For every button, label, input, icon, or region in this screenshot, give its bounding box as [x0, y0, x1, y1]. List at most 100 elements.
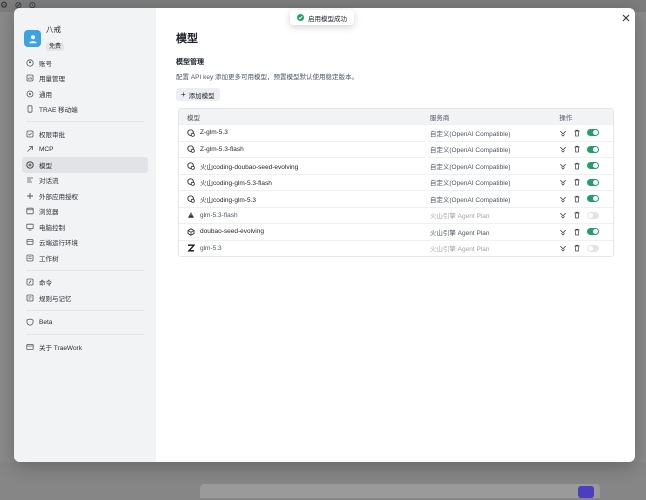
custom-model-icon — [187, 129, 195, 137]
enable-toggle[interactable] — [587, 162, 600, 170]
header-provider: 服务商 — [429, 114, 450, 122]
provider-name: 自定义(OpenAI Compatible) — [429, 147, 511, 155]
cloud-icon — [26, 238, 34, 246]
delete-icon[interactable] — [573, 211, 581, 219]
sidebar-item-label: 外部应用授权 — [39, 193, 78, 201]
rules-icon — [26, 294, 34, 302]
plan-badge: 免费 — [46, 42, 65, 51]
delete-icon[interactable] — [573, 145, 581, 153]
sidebar-item-label: 用量管理 — [39, 76, 65, 84]
volcano-model-icon — [187, 211, 195, 219]
delete-icon[interactable] — [573, 195, 581, 203]
custom-model-icon — [187, 195, 195, 203]
sidebar-item-label: 工作树 — [39, 255, 59, 263]
background-send-button — [578, 486, 594, 498]
sidebar-item-model[interactable]: 模型 — [22, 157, 148, 173]
sidebar-item-command[interactable]: 命令 — [22, 275, 148, 291]
sidebar-item-permission[interactable]: 权限审批 — [22, 126, 148, 142]
background-input-bar — [200, 484, 600, 498]
about-icon — [26, 343, 34, 351]
model-name: doubao-seed-evolving — [200, 228, 264, 236]
edit-icon[interactable] — [559, 211, 567, 219]
sidebar-item-label: 浏览器 — [39, 209, 59, 217]
edit-icon[interactable] — [559, 162, 567, 170]
ops-cell — [559, 129, 613, 137]
nav-divider — [26, 269, 144, 271]
delete-icon[interactable] — [573, 178, 581, 186]
provider-name: 自定义(OpenAI Compatible) — [429, 196, 511, 204]
sidebar-item-computer[interactable]: 电脑控制 — [22, 219, 148, 235]
model-name: glm-5.3-flash — [200, 211, 238, 219]
sidebar-item-cloud[interactable]: 云端运行环境 — [22, 235, 148, 251]
provider-name: 火山引擎 Agent Plan — [429, 229, 490, 237]
model-cell: 火山coding-glm-5.3-flash — [179, 177, 430, 187]
add-model-button[interactable]: + 添加模型 — [176, 88, 220, 101]
table-row: Z-glm-5.3 自定义(OpenAI Compatible) — [179, 124, 613, 141]
edit-icon[interactable] — [559, 129, 567, 137]
sidebar-item-label: 云端运行环境 — [39, 240, 78, 248]
sidebar-item-worktree[interactable]: 工作树 — [22, 250, 148, 266]
provider-name: 火山引擎 Agent Plan — [429, 213, 490, 221]
ops-cell — [559, 211, 613, 219]
sidebar-item-external-app[interactable]: 外部应用授权 — [22, 188, 148, 204]
sidebar-item-browser[interactable]: 浏览器 — [22, 204, 148, 220]
success-icon — [297, 14, 304, 21]
edit-icon[interactable] — [559, 145, 567, 153]
enable-toggle[interactable] — [587, 195, 600, 203]
edit-icon[interactable] — [559, 228, 567, 236]
edit-icon[interactable] — [559, 244, 567, 252]
enable-toggle[interactable] — [587, 211, 600, 219]
mcp-icon — [26, 145, 34, 153]
delete-icon[interactable] — [573, 228, 581, 236]
sidebar-item-label: 对话流 — [39, 178, 59, 186]
header-model: 模型 — [187, 114, 200, 122]
sidebar-item-label: MCP — [39, 145, 54, 153]
sidebar-item-about[interactable]: 关于 TraeWork — [22, 339, 148, 355]
general-icon — [26, 90, 34, 98]
sidebar-item-account[interactable]: 账号 — [22, 55, 148, 71]
table-row: 火山coding-glm-5.3 自定义(OpenAI Compatible) — [179, 190, 613, 207]
edit-icon[interactable] — [559, 195, 567, 203]
nav-divider — [26, 121, 144, 122]
sidebar-item-mobile[interactable]: TRAE 移动端 — [22, 102, 148, 118]
enable-toggle[interactable] — [587, 145, 600, 153]
model-cell: 火山coding-doubao-seed-evolving — [179, 161, 430, 171]
beta-icon — [26, 318, 34, 326]
sidebar-item-general[interactable]: 通用 — [22, 86, 148, 102]
add-model-label: 添加模型 — [188, 92, 215, 100]
table-row: glm-5.3-flash 火山引擎 Agent Plan — [179, 206, 613, 224]
flow-icon — [26, 176, 34, 184]
plus-icon: + — [181, 89, 186, 99]
mobile-icon — [26, 105, 34, 113]
provider-name: 自定义(OpenAI Compatible) — [429, 130, 511, 138]
close-button[interactable] — [620, 13, 632, 25]
delete-icon[interactable] — [573, 129, 581, 137]
ops-cell — [559, 178, 613, 186]
sidebar-item-mcp[interactable]: MCP — [22, 142, 148, 158]
sidebar-item-label: 权限审批 — [39, 131, 65, 139]
user-profile: 八戒 免费 — [24, 26, 65, 52]
provider-name: 自定义(OpenAI Compatible) — [429, 163, 511, 171]
sidebar-item-label: TRAE 移动端 — [39, 107, 78, 115]
sidebar-item-usage[interactable]: 用量管理 — [22, 71, 148, 87]
enable-toggle[interactable] — [587, 228, 600, 236]
browser-icon — [26, 207, 34, 215]
table-row: Z-glm-5.3-flash 自定义(OpenAI Compatible) — [179, 140, 613, 158]
enable-toggle[interactable] — [587, 129, 600, 137]
delete-icon[interactable] — [573, 244, 581, 252]
model-cell: Z-glm-5.3-flash — [179, 145, 430, 154]
delete-icon[interactable] — [573, 162, 581, 170]
enable-toggle[interactable] — [587, 178, 600, 186]
table-row: 火山coding-glm-5.3-flash 自定义(OpenAI Compati… — [179, 173, 613, 191]
sidebar-item-label: 电脑控制 — [39, 224, 65, 232]
enable-toggle[interactable] — [587, 244, 600, 252]
sidebar-item-rules[interactable]: 规则与记忆 — [22, 290, 148, 306]
custom-model-icon — [187, 178, 195, 187]
worktree-icon — [26, 254, 34, 262]
model-name: 火山coding-glm-5.3 — [200, 196, 256, 204]
sidebar-item-beta[interactable]: Beta — [22, 315, 148, 331]
edit-icon[interactable] — [559, 178, 567, 186]
model-table: 模型 服务商 操作 Z-glm-5.3 自定义(OpenAI Compatible… — [178, 108, 614, 257]
model-name: glm-5.3 — [200, 244, 222, 252]
sidebar-item-flow[interactable]: 对话流 — [22, 173, 148, 189]
